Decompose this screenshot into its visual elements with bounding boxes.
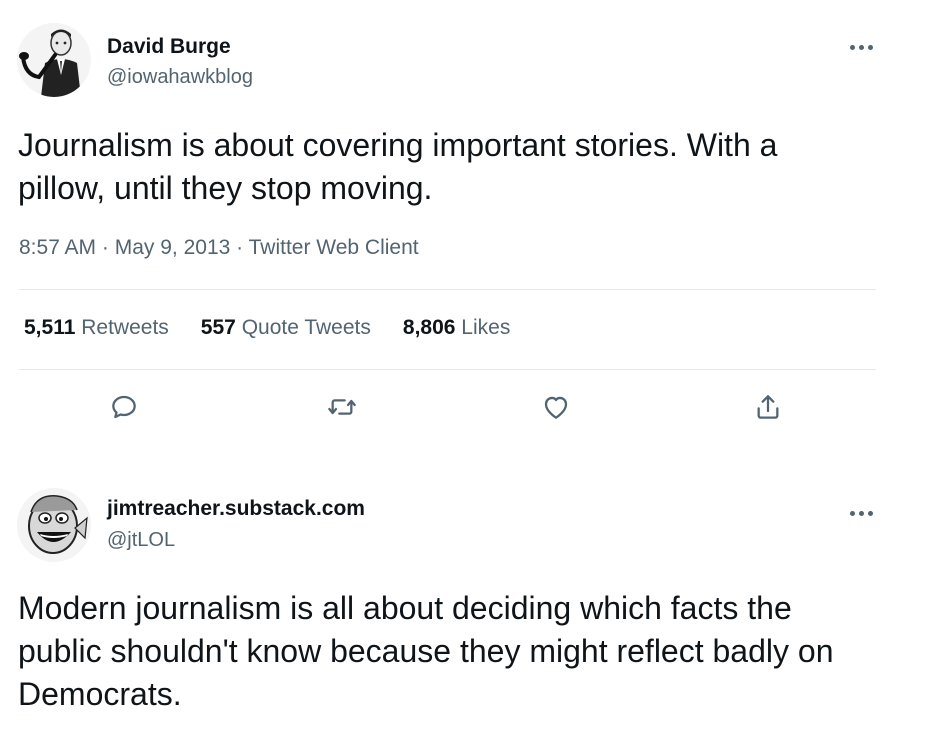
like-button[interactable] [538, 389, 574, 425]
meta-separator: · [230, 236, 249, 259]
tweet-time[interactable]: 8:57 AM [19, 236, 96, 259]
more-options-icon[interactable] [846, 37, 876, 57]
tweet-client[interactable]: Twitter Web Client [249, 236, 419, 259]
likes-stat[interactable]: 8,806 Likes [403, 316, 510, 340]
likes-count: 8,806 [402, 316, 456, 339]
quotes-stat[interactable]: 557 Quote Tweets [201, 316, 371, 340]
tweet-text: Modern journalism is all about deciding … [18, 590, 834, 712]
reply-button[interactable] [106, 389, 142, 425]
share-icon [757, 395, 779, 419]
author-name[interactable]: David Burge [107, 35, 231, 59]
tweet-actions [0, 389, 925, 429]
avatar-david-burge[interactable] [17, 23, 91, 97]
author-handle[interactable]: @jtLOL [107, 529, 175, 552]
tweet-david-burge[interactable]: David Burge @iowahawkblog Journalism is … [0, 0, 925, 450]
retweet-icon [328, 399, 356, 415]
man-with-pipe-avatar-icon [17, 23, 91, 97]
more-options-icon[interactable] [846, 503, 876, 523]
retweets-label: Retweets [81, 316, 169, 339]
quotes-count: 557 [200, 316, 236, 339]
avatar-jimtreacher[interactable] [17, 488, 91, 562]
retweets-stat[interactable]: 5,511 Retweets [24, 316, 169, 340]
meta-separator: · [96, 236, 115, 259]
like-icon [544, 396, 568, 419]
tweet-text: Journalism is about covering important s… [18, 127, 778, 206]
divider [19, 369, 876, 370]
likes-label: Likes [461, 316, 511, 339]
tweet-date[interactable]: May 9, 2013 [115, 236, 231, 259]
share-button[interactable] [750, 389, 786, 425]
divider [19, 289, 876, 290]
laughing-cartoon-face-avatar-icon [17, 488, 91, 562]
author-name[interactable]: jimtreacher.substack.com [107, 497, 365, 521]
quotes-label: Quote Tweets [241, 316, 371, 339]
reply-icon [112, 395, 136, 419]
tweet-jimtreacher[interactable]: jimtreacher.substack.com @jtLOL Modern j… [0, 470, 925, 736]
tweet-meta: 8:57 AM · May 9, 2013 · Twitter Web Clie… [19, 236, 419, 260]
retweets-count: 5,511 [24, 316, 76, 339]
engagement-stats: 5,511 Retweets 557 Quote Tweets 8,806 Li… [24, 316, 510, 340]
retweet-button[interactable] [324, 389, 360, 425]
author-handle[interactable]: @iowahawkblog [107, 66, 253, 89]
